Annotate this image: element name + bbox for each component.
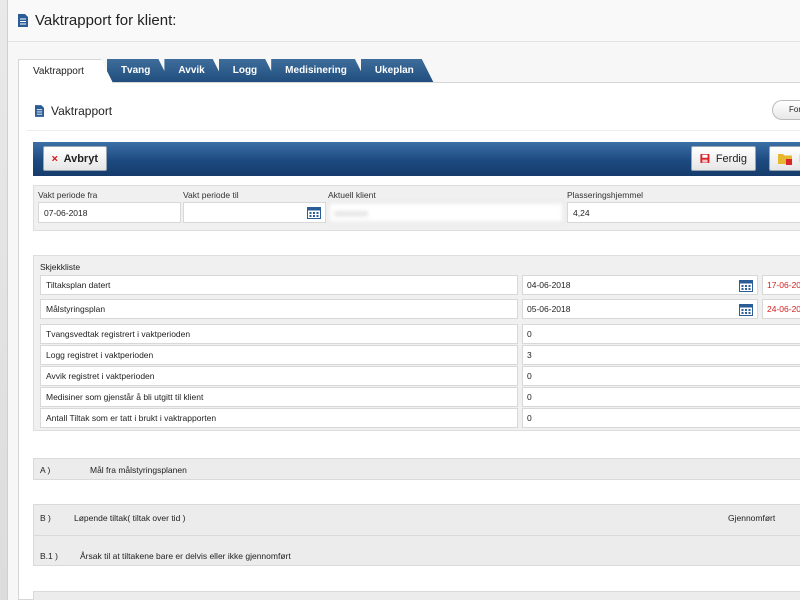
checklist-count-value: 0 (522, 408, 800, 428)
folder-icon (778, 154, 792, 165)
section-a-letter: A ) (40, 465, 51, 475)
checklist-date-input[interactable]: 05-06-2018 (522, 299, 758, 319)
checklist-row-label: Antall Tiltak som er tatt i brukt i vakt… (40, 408, 518, 428)
section-b[interactable]: B ) Løpende tiltak( tiltak over tid ) Gj… (33, 504, 800, 566)
checklist-row-label: Logg registret i vaktperioden (40, 345, 518, 365)
done-button[interactable]: Ferdig (691, 146, 756, 171)
section-b1-title: Årsak til at tiltakene bare er delvis el… (80, 551, 291, 561)
document-icon (18, 14, 28, 27)
tab-tvang[interactable]: Tvang (107, 59, 170, 83)
placement-label: Plasseringshjemmel (567, 190, 644, 200)
checklist-row-label: Tvangsvedtak registrert i vaktperioden (40, 324, 518, 344)
section-b-title: Løpende tiltak( tiltak over tid ) (74, 513, 186, 523)
checklist-panel: Skjekkliste Tiltaksplan datert 04-06-201… (33, 255, 800, 431)
checklist-row: Medisiner som gjenstår å bli utgitt til … (40, 387, 800, 407)
checklist-date-value: 04-06-2018 (527, 280, 571, 290)
cancel-label: Avbryt (63, 152, 98, 165)
checklist-row-label: Tiltaksplan datert (40, 275, 518, 295)
checklist-count-value: 0 (522, 324, 800, 344)
period-to-field: Vakt periode til (183, 190, 326, 223)
calendar-icon[interactable] (739, 279, 753, 292)
checklist-count-value: 0 (522, 387, 800, 407)
tab-avvik[interactable]: Avvik (164, 59, 224, 83)
close-icon (52, 155, 58, 162)
divider (34, 535, 800, 536)
period-from-field: Vakt periode fra 07-06-2018 (38, 190, 181, 223)
period-to-label: Vakt periode til (183, 190, 239, 200)
toggle-button[interactable]: Forri (772, 100, 800, 120)
save-disk-icon (700, 153, 710, 164)
done-label: Ferdig (715, 152, 747, 165)
calendar-icon[interactable] (739, 303, 753, 316)
section-b-letter: B ) (40, 513, 51, 523)
client-label: Aktuell klient (328, 190, 376, 200)
checklist-count-value: 3 (522, 345, 800, 365)
client-input[interactable]: xxxxxxxx (328, 202, 564, 223)
tab-bar: Vaktrapport Tvang Avvik Logg Medisinerin… (18, 59, 428, 83)
report-header: Vaktrapport Forri (27, 91, 800, 131)
checklist-row: Logg registret i vaktperioden 3 (40, 345, 800, 365)
app-window: Vaktrapport for klient: Vaktrapport Tvan… (7, 0, 800, 600)
document-icon (35, 104, 44, 117)
report-title: Vaktrapport (51, 103, 113, 118)
section-a-title: Mål fra målstyringsplanen (90, 465, 187, 475)
checklist-date-input[interactable]: 04-06-2018 (522, 275, 758, 295)
action-toolbar: Avbryt Ferdig La (33, 142, 800, 176)
checklist-row: Antall Tiltak som er tatt i brukt i vakt… (40, 408, 800, 428)
tab-content: Vaktrapport Forri Avbryt Ferdig La (18, 82, 800, 600)
section-a[interactable]: A ) Mål fra målstyringsplanen (33, 458, 800, 480)
placement-input[interactable]: 4,24 (567, 202, 800, 223)
section-b-status: Gjennomført (728, 513, 776, 523)
tab-logg[interactable]: Logg (219, 59, 277, 83)
checklist-row-label: Avvik registret i vaktperioden (40, 366, 518, 386)
cancel-button[interactable]: Avbryt (43, 146, 107, 171)
tab-vaktrapport[interactable]: Vaktrapport (18, 59, 113, 83)
checklist-count-value: 0 (522, 366, 800, 386)
calendar-icon[interactable] (307, 206, 321, 219)
checklist-row: Tvangsvedtak registrert i vaktperioden 0 (40, 324, 800, 344)
checklist-row: Avvik registret i vaktperioden 0 (40, 366, 800, 386)
placement-field: Plasseringshjemmel 4,24 (567, 190, 800, 223)
window-title-bar: Vaktrapport for klient: (8, 0, 800, 42)
tab-medisinering[interactable]: Medisinering (271, 59, 367, 83)
checklist-date-value: 05-06-2018 (527, 304, 571, 314)
period-from-label: Vakt periode fra (38, 190, 98, 200)
section-next (33, 591, 800, 600)
checklist-due-date: 17-06-2018 (762, 275, 800, 295)
period-fields: Vakt periode fra 07-06-2018 Vakt periode… (33, 185, 800, 231)
client-field: Aktuell klient xxxxxxxx (328, 190, 564, 223)
period-from-input[interactable]: 07-06-2018 (38, 202, 181, 223)
checklist-due-date: 24-06-2018 (762, 299, 800, 319)
save-button[interactable]: La (769, 146, 800, 171)
checklist-row-label: Medisiner som gjenstår å bli utgitt til … (40, 387, 518, 407)
tab-ukeplan[interactable]: Ukeplan (361, 59, 434, 83)
period-to-input[interactable] (183, 202, 326, 223)
section-b1-letter: B.1 ) (40, 551, 58, 561)
checklist-row: Målstyringsplan 05-06-2018 24-06-2018 (40, 299, 800, 319)
checklist-heading: Skjekkliste (40, 262, 81, 272)
page-title: Vaktrapport for klient: (35, 12, 177, 29)
checklist-row-label: Målstyringsplan (40, 299, 518, 319)
checklist-row: Tiltaksplan datert 04-06-2018 17-06-2018 (40, 275, 800, 295)
